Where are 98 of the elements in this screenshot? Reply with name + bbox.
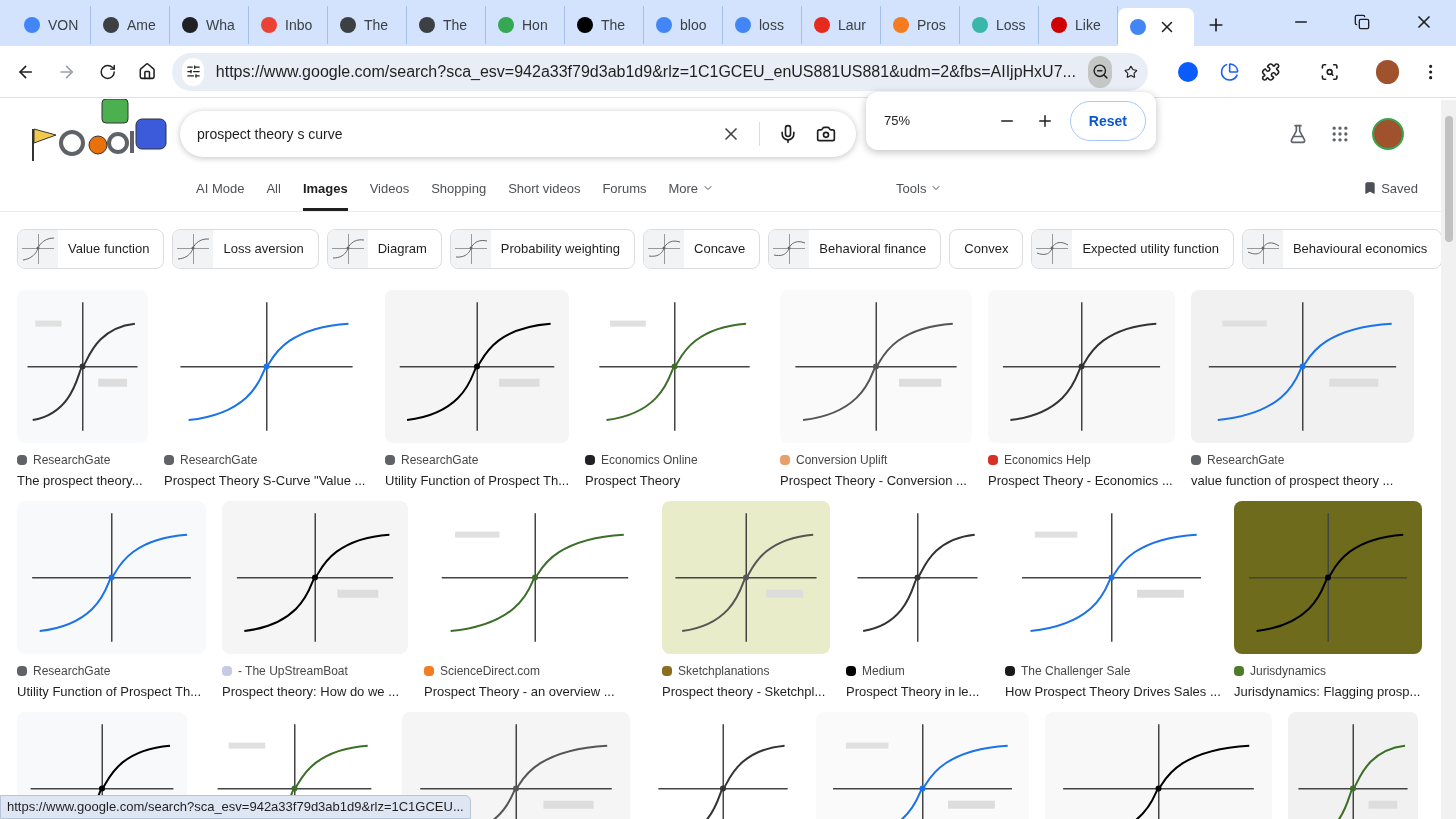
tools-button[interactable]: Tools [896,178,943,211]
home-icon[interactable] [137,62,157,81]
browser-tab[interactable]: VON [12,6,91,44]
browser-tab[interactable]: The [328,6,407,44]
camera-icon[interactable] [816,124,836,144]
browser-tab[interactable]: The [565,6,644,44]
search-tab[interactable]: More [668,178,715,211]
search-tab[interactable]: All [266,178,281,211]
source-name[interactable]: ResearchGate [1207,451,1285,469]
filter-chip[interactable]: Value function [17,229,165,269]
source-name[interactable]: Jurisdynamics [1250,662,1327,680]
tab-title: The [601,15,626,35]
search-tab[interactable]: Images [302,178,348,211]
flask-icon[interactable] [1288,124,1308,144]
tab-title: Ame [127,15,156,35]
profile-avatar[interactable] [1372,118,1404,150]
search-tab[interactable]: Short videos [508,178,581,211]
extensions-icon[interactable] [1260,61,1281,82]
browser-tab[interactable]: Wha [170,6,249,44]
tab-search-icon[interactable] [1320,61,1340,82]
filter-chip[interactable]: Convex [949,229,1024,269]
browser-tab[interactable]: Inbo [249,6,328,44]
browser-tab[interactable]: Ame [91,6,170,44]
browser-tab[interactable]: The [407,6,486,44]
search-query: prospect theory s curve [197,124,344,144]
result-title[interactable]: Prospect Theory - an overview ... [424,682,646,702]
browser-tab[interactable]: Hon [486,6,565,44]
source-name[interactable]: ResearchGate [33,451,111,469]
pie-chart-icon[interactable] [1219,61,1239,82]
result-title[interactable]: value function of prospect theory ... [1191,471,1414,491]
bookmark-icon [1363,181,1378,196]
filter-chip[interactable]: Behavioral finance [768,229,942,269]
result-title[interactable]: Prospect Theory S-Curve "Value ... [164,471,369,491]
tab-title: loss [759,15,784,35]
browser-tab[interactable]: Laur [802,6,881,44]
scrollbar[interactable] [1441,100,1456,819]
source-name[interactable]: - The UpStreamBoat [238,662,348,680]
browser-tab[interactable] [1118,8,1194,46]
saved-button[interactable]: Saved [1363,178,1418,211]
filter-chip[interactable]: Expected utility function [1031,229,1234,269]
tab-title: bloo [680,15,707,35]
tab-title: The [364,15,389,35]
filter-chip[interactable]: Loss aversion [172,229,319,269]
result-title[interactable]: Prospect Theory - Conversion ... [780,471,972,491]
browser-tab[interactable]: loss [723,6,802,44]
profile-avatar[interactable] [1375,59,1399,84]
tab-title: Hon [522,15,548,35]
site-settings-icon[interactable] [182,57,204,86]
address-bar[interactable]: https://www.google.com/search?sca_esv=942a33f79d3ab1d9&rlz=1C1GCEU_enUS881US881&udm=2&fbs=AIIjpHxU7... [172,52,1149,91]
source-name[interactable]: Medium [862,662,905,680]
source-name[interactable]: ResearchGate [180,451,258,469]
extension-icon[interactable] [1178,61,1198,82]
filter-chip[interactable]: Concave [643,229,761,269]
status-url: https://www.google.com/search?sca_esv=942a33f79d3ab1d9&rlz=1C1GCEU... [7,798,464,817]
result-title[interactable]: Prospect Theory in le... [846,682,989,702]
source-name[interactable]: The Challenger Sale [1021,662,1131,680]
result-title[interactable]: How Prospect Theory Drives Sales ... [1005,682,1218,702]
tab-title: Laur [838,15,867,35]
browser-tab[interactable]: Loss [960,6,1039,44]
tab-title: The [443,15,468,35]
zoom-level: 75% [884,112,912,131]
tab-title: Loss [996,15,1026,35]
browser-tab[interactable]: Pros [881,6,960,44]
result-title[interactable]: Utility Function of Prospect Th... [17,682,206,702]
source-name[interactable]: ResearchGate [401,451,479,469]
tab-title: Like [1075,15,1101,35]
result-title[interactable]: Prospect Theory - Economics ... [988,471,1175,491]
microphone-icon[interactable] [778,124,798,144]
result-title[interactable]: The prospect theory... [17,471,148,491]
source-name[interactable]: ResearchGate [33,662,111,680]
tab-title: Wha [206,15,235,35]
result-title[interactable]: Utility Function of Prospect Th... [385,471,569,491]
url-text: https://www.google.com/search?sca_esv=942a33f79d3ab1d9&rlz=1C1GCEU_enUS881US881&udm=2&fbs=AIIjpHxU7... [215,61,1076,82]
tab-title: Pros [917,15,946,35]
source-name[interactable]: Economics Online [601,451,698,469]
search-tab[interactable]: Shopping [431,178,487,211]
source-name[interactable]: ScienceDirect.com [440,662,541,680]
search-tab[interactable]: AI Mode [196,178,245,211]
source-name[interactable]: Sketchplanations [678,662,770,680]
result-title[interactable]: Prospect Theory [585,471,764,491]
result-title[interactable]: Jurisdynamics: Flagging prosp... [1234,682,1422,702]
zoom-icon[interactable] [1087,55,1113,88]
result-title[interactable]: Prospect theory - Sketchpl... [662,682,830,702]
zoom-in-icon[interactable] [1036,112,1054,130]
source-name[interactable]: Economics Help [1004,451,1091,469]
browser-tab[interactable]: bloo [644,6,723,44]
reload-icon[interactable] [98,62,116,81]
search-tab[interactable]: Forums [602,178,647,211]
filter-chip[interactable]: Probability weighting [449,229,635,269]
apps-icon[interactable] [1330,124,1350,144]
search-field[interactable]: prospect theory s curve [180,111,856,157]
filter-chip[interactable]: Diagram [326,229,442,269]
tab-title: VON [48,15,79,35]
restore-icon[interactable] [1354,14,1370,30]
result-title[interactable]: Prospect theory: How do we ... [222,682,408,702]
source-name[interactable]: Conversion Uplift [796,451,888,469]
tab-title: Inbo [285,15,313,35]
search-tab[interactable]: Videos [369,178,410,211]
